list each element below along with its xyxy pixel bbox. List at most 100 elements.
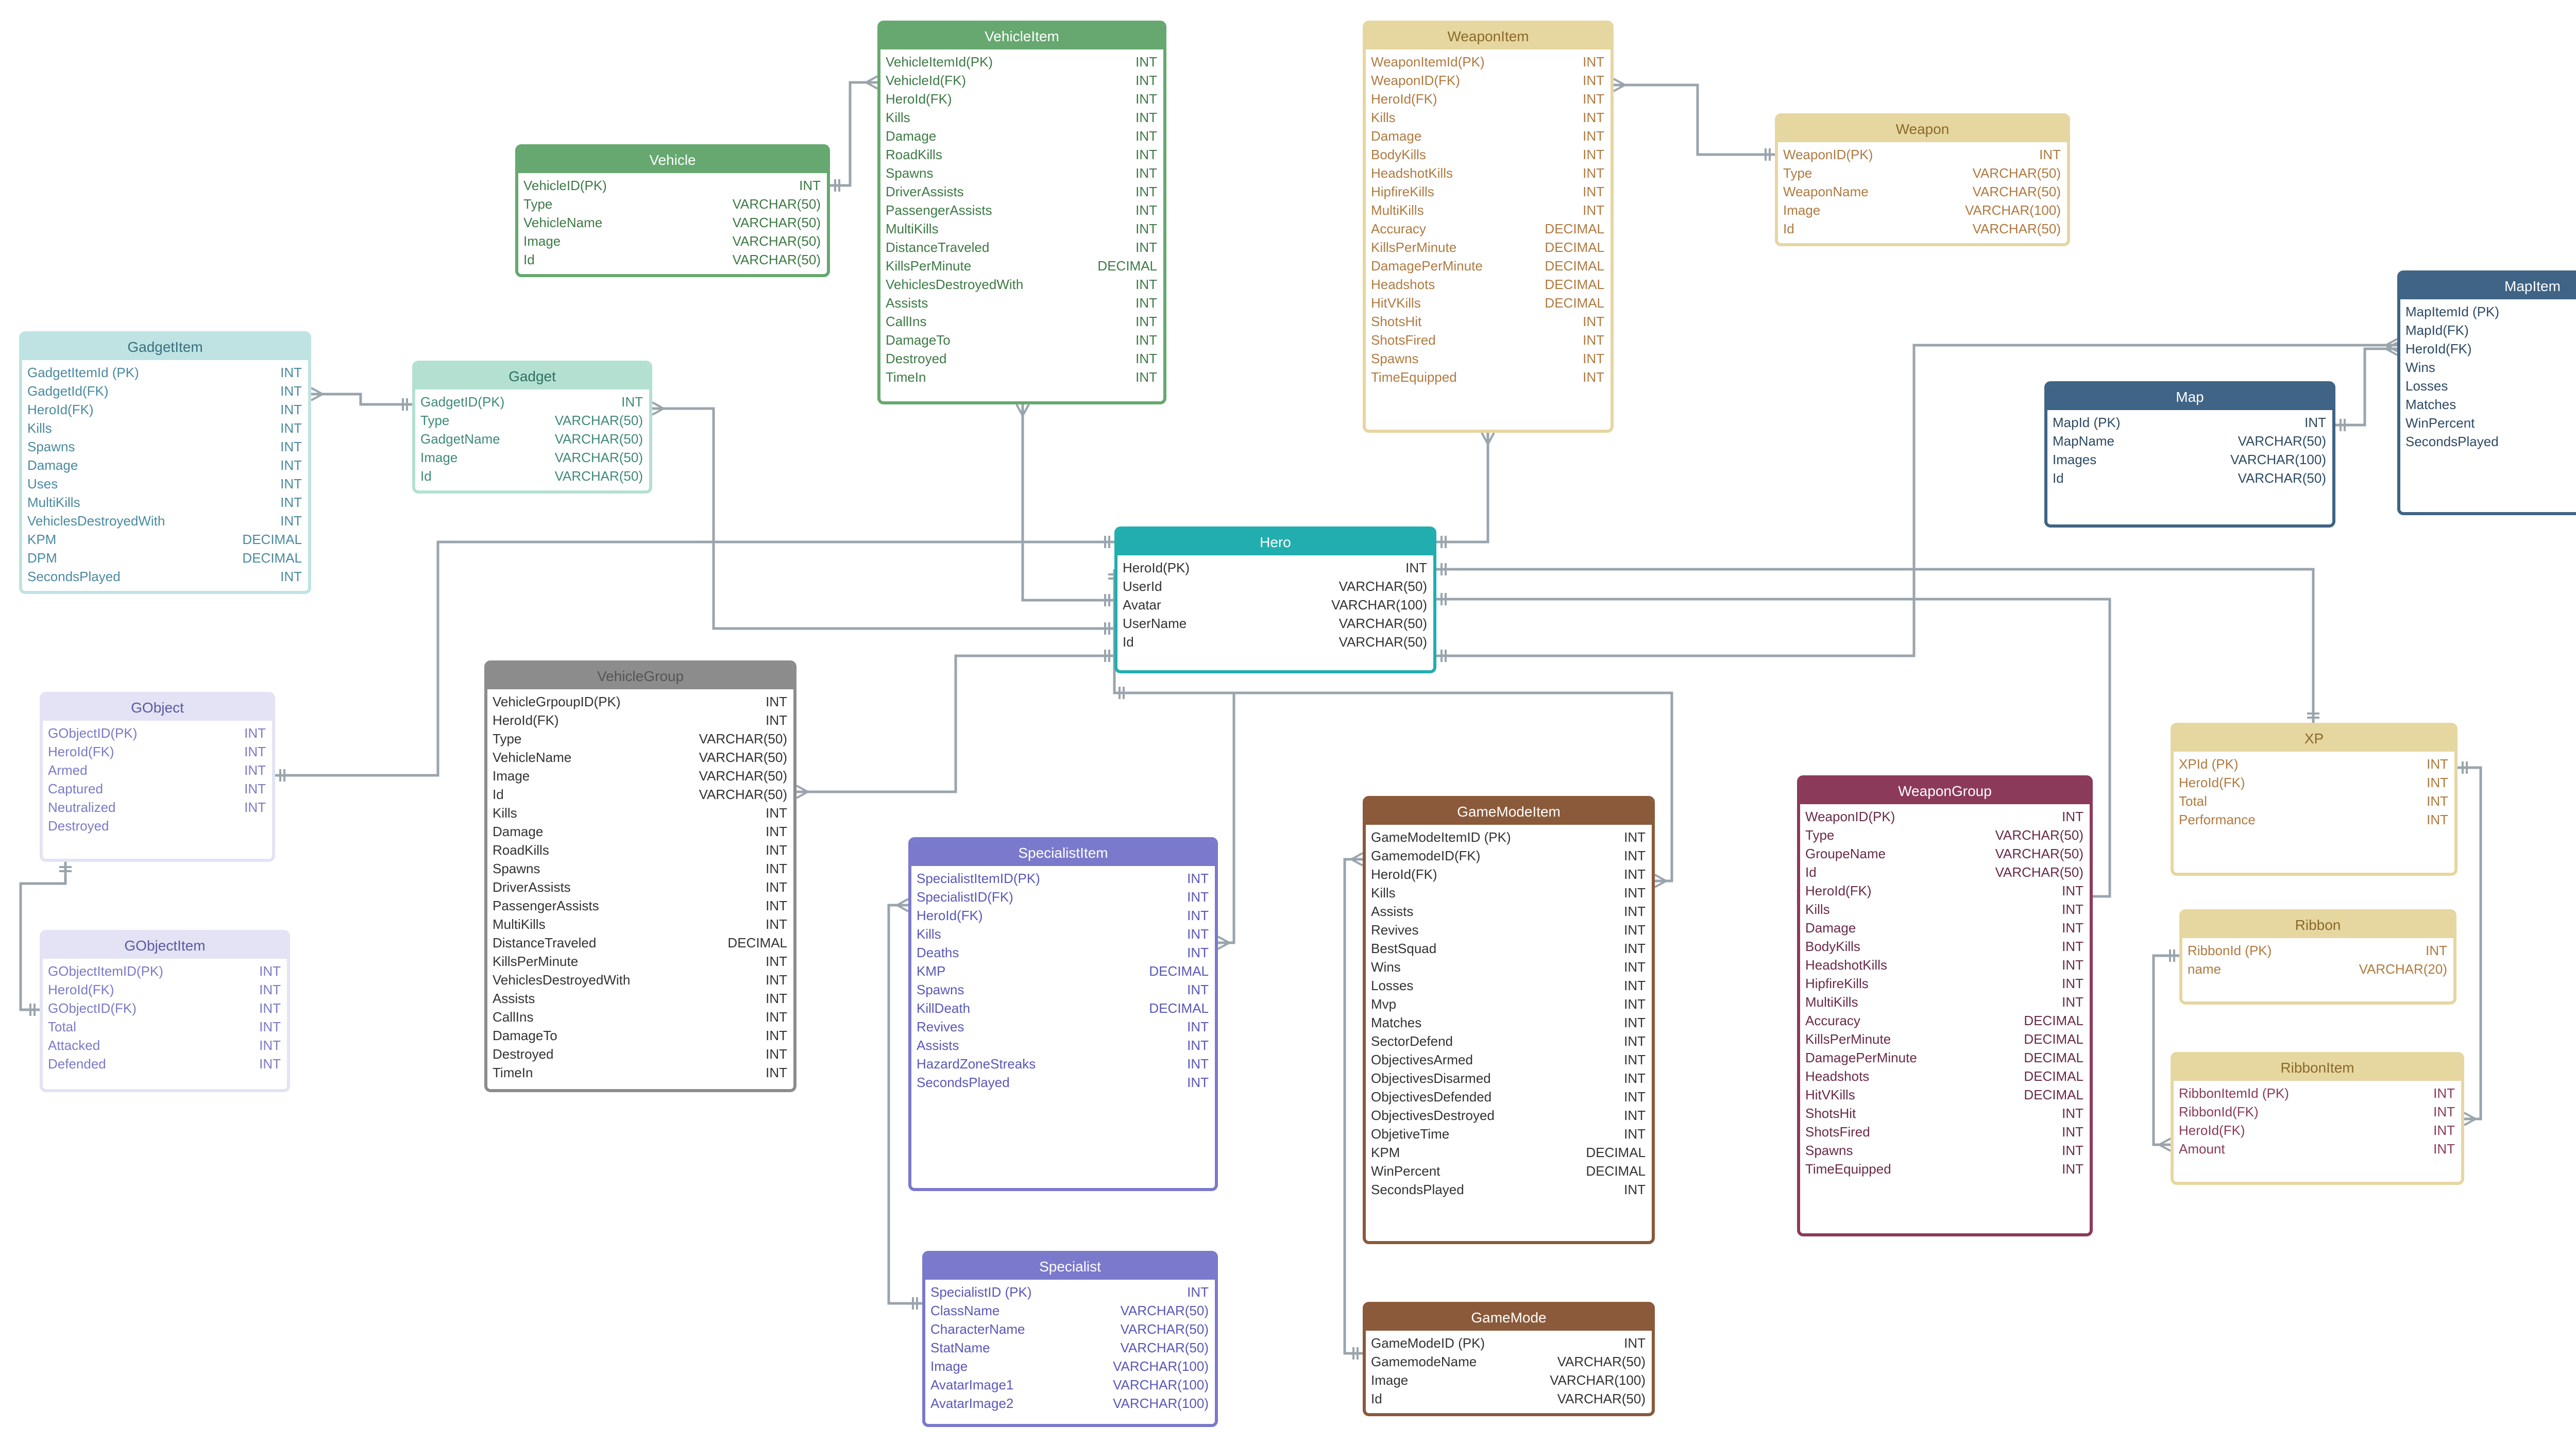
one-bar-marker [1104,650,1110,662]
field-list: HeroId(PK) INT UserId VARCHAR(50) Avatar VARC… [1117,555,1433,651]
entity-header: MapItem [2400,274,2576,299]
field-type: INT [1136,91,1157,107]
field-row: Destroyed INT [880,349,1163,368]
entity-hero[interactable]: Hero HeroId(PK) INT UserId VARCHAR(50) Avatar… [1114,527,1436,673]
field-name: Id [1371,1391,1382,1406]
field-name: name [2188,961,2222,977]
entity-header: Ribbon [2182,912,2453,938]
field-type: INT [1583,147,1604,162]
entity-weapon[interactable]: Weapon WeaponID(PK) INT Type VARCHAR(50) Weap… [1775,113,2070,246]
field-row: Id VARCHAR(50) [2047,469,2332,487]
crowfoot-many-marker [796,785,808,799]
field-type: DECIMAL [1586,1145,1646,1160]
field-type: INT [1136,332,1157,348]
entity-weapon-group[interactable]: WeaponGroup WeaponID(PK) INT Type VARCHAR(50… [1797,775,2093,1236]
entity-header: GameMode [1366,1305,1652,1331]
field-row: TimeIn INT [487,1063,793,1082]
field-type: INT [1136,295,1157,311]
field-name: KMP [917,963,946,979]
field-row: TimeIn INT [880,368,1163,386]
field-name: MultiKills [493,916,546,932]
field-type: INT [1583,332,1604,348]
field-row: Image VARCHAR(50) [487,767,793,785]
field-list: GObjectItemID(PK) INT HeroId(FK) INT GObject… [43,959,287,1073]
entity-gobject[interactable]: GObject GObjectID(PK) INT HeroId(FK) INT Arme… [40,692,275,862]
one-bar-marker [1440,536,1447,548]
one-bar-marker [2307,712,2319,719]
entity-vehicle-group[interactable]: VehicleGroup VehicleGrpoupID(PK) INT HeroId… [484,660,796,1092]
field-type: VARCHAR(50) [732,252,821,267]
entity-header: Gadget [415,364,649,389]
field-name: Wins [1371,959,1401,975]
field-type: INT [2062,994,2083,1010]
field-row: HitVKills DECIMAL [1800,1085,2090,1104]
field-name: WeaponID(FK) [1371,73,1460,88]
field-type: DECIMAL [2024,1087,2083,1102]
field-type: INT [2433,1085,2455,1101]
field-name: KPM [27,532,57,547]
entity-map[interactable]: Map MapId (PK) INT MapName VARCHAR(50) Images… [2044,381,2335,528]
field-row: RoadKills INT [487,841,793,859]
entity-vehicle-item[interactable]: VehicleItem VehicleItemId(PK) INT VehicleId… [877,21,1166,404]
field-name: Assists [917,1038,959,1053]
field-list: WeaponID(PK) INT Type VARCHAR(50) GroupeName… [1800,804,2090,1178]
entity-vehicle[interactable]: Vehicle VehicleID(PK) INT Type VARCHAR(50) Ve… [515,144,830,277]
field-name: WeaponID(PK) [1805,809,1895,824]
field-row: Kills INT [1366,884,1652,902]
field-row: Destroyed INT [487,1045,793,1063]
field-type: INT [1136,128,1157,144]
field-type: INT [1624,904,1646,919]
field-row: Id VARCHAR(50) [1778,219,2067,238]
entity-gadget-item[interactable]: GadgetItem GadgetItemId (PK) INT GadgetId(F… [19,331,311,594]
field-name: RibbonId (PK) [2188,943,2272,958]
field-row: StatName VARCHAR(50) [925,1338,1215,1357]
field-name: XPId (PK) [2179,756,2239,772]
field-row: HazardZoneStreaks INT [911,1055,1215,1073]
entity-ribbon-item[interactable]: RibbonItem RibbonItemId (PK) INT RibbonId(F… [2171,1052,2464,1185]
field-name: RoadKills [493,842,549,858]
field-row: Spawns INT [22,437,308,456]
entity-header: RibbonItem [2174,1055,2461,1081]
one-bar-marker [59,866,72,872]
field-list: VehicleID(PK) INT Type VARCHAR(50) VehicleNa… [518,173,827,269]
field-row: HeroId(FK) INT [1366,865,1652,884]
field-type: VARCHAR(50) [699,768,787,784]
entity-gamemode[interactable]: GameMode GameModeID (PK) INT GamemodeName VA… [1363,1302,1655,1416]
field-name: MapName [2053,433,2114,449]
field-type: DECIMAL [1149,963,1209,979]
entity-gadget[interactable]: Gadget GadgetID(PK) INT Type VARCHAR(50) Gadg… [412,361,652,494]
field-name: Mvp [1371,996,1397,1012]
field-type: INT [2427,756,2448,772]
crowfoot-many-marker [2385,338,2398,352]
field-type: VARCHAR(100) [1113,1359,1209,1374]
entity-gamemode-item[interactable]: GameModeItem GameModeItemID (PK) INT Gamemo… [1363,796,1655,1244]
entity-weapon-item[interactable]: WeaponItem WeaponItemId(PK) INT WeaponID(FK… [1363,21,1614,433]
field-row: TimeEquipped INT [1800,1160,2090,1178]
one-bar-marker [279,769,285,782]
crowfoot-many-marker [1613,78,1625,92]
field-type: INT [1583,202,1604,218]
field-row: ShotsFired INT [1366,331,1611,349]
field-type: VARCHAR(50) [1338,616,1427,631]
field-row: ShotsHit INT [1366,312,1611,331]
field-name: Total [2179,793,2207,809]
field-type: INT [1136,165,1157,181]
field-name: ObjectivesDefended [1371,1089,1492,1105]
entity-specialist[interactable]: Specialist SpecialistID (PK) INT ClassName V… [922,1251,1218,1427]
field-type: VARCHAR(50) [732,233,821,249]
entity-header: GObjectItem [43,933,287,959]
entity-gobject-item[interactable]: GObjectItem GObjectItemID(PK) INT HeroId(FK… [40,930,290,1092]
field-type: VARCHAR(50) [1972,184,2061,199]
field-type: INT [1583,184,1604,199]
entity-xp[interactable]: XP XPId (PK) INT HeroId(FK) INT Total INT Perfo… [2171,723,2458,876]
field-type: INT [2062,902,2083,917]
field-row: DamagePerMinute DECIMAL [1366,257,1611,275]
field-type: INT [766,694,787,709]
field-name: HitVKills [1371,295,1421,311]
field-row: Destroyed [43,817,272,835]
field-row: HeroId(FK) INT [1366,90,1611,108]
entity-specialist-item[interactable]: SpecialistItem SpecialistItemID(PK) INT Spe… [908,837,1218,1191]
entity-ribbon[interactable]: Ribbon RibbonId (PK) INT name VARCHAR(20) [2179,909,2456,1005]
entity-map-item[interactable]: MapItemMapItemId (PK)INTMapId(FK)INTHero… [2397,270,2576,515]
field-row: MultiKills INT [487,915,793,933]
